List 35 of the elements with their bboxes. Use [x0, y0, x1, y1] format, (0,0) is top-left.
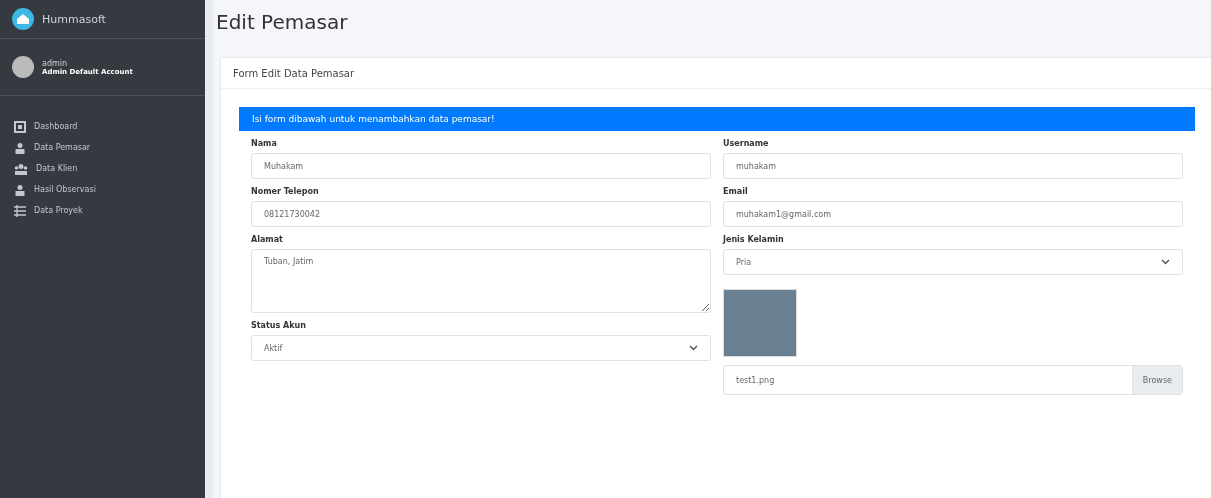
- nav-item[interactable]: Data Proyek: [0, 200, 205, 221]
- avatar: [12, 56, 34, 78]
- chevron-down-icon: [1161, 259, 1170, 265]
- select-field[interactable]: Aktif: [251, 335, 711, 361]
- page-title: Edit Pemasar: [215, 9, 349, 36]
- nav-item[interactable]: Data Klien: [0, 158, 205, 179]
- card-title: Form Edit Data Pemasar: [221, 58, 1211, 89]
- field-label: Nama: [251, 139, 278, 148]
- nav-item[interactable]: Data Pemasar: [0, 137, 205, 158]
- house-logo-icon: [12, 8, 34, 30]
- users-icon: [14, 162, 28, 175]
- text-field[interactable]: muhakam: [723, 153, 1183, 179]
- file-input[interactable]: test1.png Browse: [723, 365, 1183, 395]
- brand-name[interactable]: Hummasoft: [42, 12, 106, 26]
- user-icon: [14, 141, 26, 154]
- field-label: Username: [723, 139, 770, 148]
- field-label: Nomer Telepon: [251, 187, 320, 196]
- nav-item[interactable]: Hasil Observasi: [0, 179, 205, 200]
- info-alert: Isi form dibawah untuk menambahkan data pemasar!: [239, 107, 1195, 131]
- list-icon: [14, 204, 26, 217]
- field-label: Status Akun: [251, 321, 307, 330]
- text-field[interactable]: Muhakam: [251, 153, 711, 179]
- browse-button[interactable]: Browse: [1131, 366, 1182, 394]
- user-name: admin: [42, 58, 69, 68]
- textarea-field[interactable]: Tuban, Jatim: [251, 249, 711, 313]
- text-field[interactable]: 08121730042: [251, 201, 711, 227]
- text-field[interactable]: muhakam1@gmail.com: [723, 201, 1183, 227]
- user-icon: [14, 183, 26, 196]
- dashboard-icon: [14, 120, 26, 133]
- field-label: Jenis Kelamin: [723, 235, 785, 244]
- field-label: Email: [723, 187, 749, 196]
- nav-item[interactable]: Dashboard: [0, 116, 205, 137]
- chevron-down-icon: [689, 345, 698, 351]
- field-label: Alamat: [251, 235, 284, 244]
- select-field[interactable]: Pria: [723, 249, 1183, 275]
